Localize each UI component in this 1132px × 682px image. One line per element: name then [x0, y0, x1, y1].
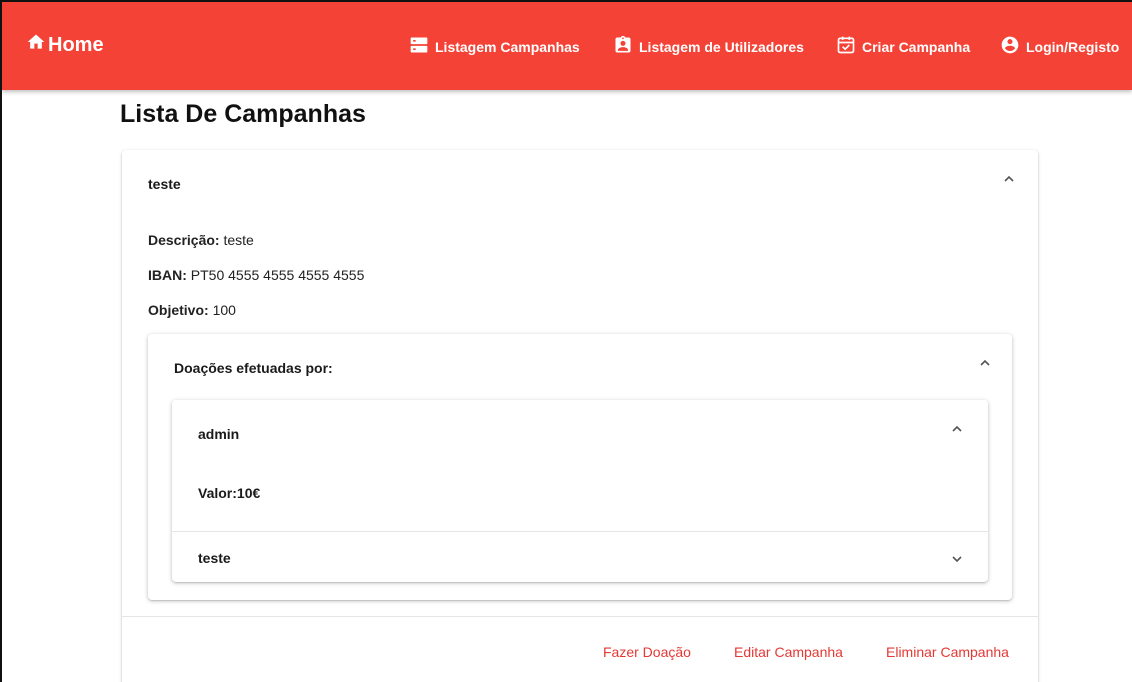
donations-title[interactable]: Doações efetuadas por: [174, 360, 333, 376]
list-icon [409, 35, 435, 58]
chevron-down-icon[interactable] [950, 552, 964, 566]
donor-name[interactable]: teste [198, 550, 231, 566]
campaign-card: teste Descrição: teste IBAN: PT50 4555 4… [122, 150, 1038, 682]
nav-listagem-utilizadores[interactable]: Listagem de Utilizadores [613, 35, 804, 58]
goal-value: 100 [212, 302, 236, 318]
top-navbar: Home Listagem Campanhas Listagem de Util… [2, 2, 1132, 90]
clipboard-user-icon [613, 35, 639, 58]
nav-label: Login/Registo [1026, 38, 1120, 55]
account-circle-icon [1000, 35, 1026, 58]
nav-label: Criar Campanha [862, 38, 971, 55]
donation-value: Valor:10€ [198, 485, 261, 501]
donor-name[interactable]: admin [198, 426, 239, 442]
campaign-iban: IBAN: PT50 4555 4555 4555 4555 [148, 267, 364, 283]
chevron-up-icon[interactable] [950, 422, 964, 436]
nav-listagem-campanhas[interactable]: Listagem Campanhas [409, 35, 580, 58]
campaign-goal: Objetivo: 100 [148, 302, 236, 318]
donations-panel: Doações efetuadas por: admin Valor:10€ t… [148, 334, 1012, 600]
iban-label: IBAN: [148, 267, 187, 283]
divider [122, 616, 1038, 617]
chevron-up-icon[interactable] [1002, 172, 1016, 186]
campaign-title[interactable]: teste [148, 176, 181, 192]
delete-campaign-button[interactable]: Eliminar Campanha [886, 644, 1009, 660]
page-title: Lista De Campanhas [120, 100, 366, 128]
calendar-check-icon [836, 35, 862, 58]
campaign-description: Descrição: teste [148, 232, 254, 248]
description-value: teste [223, 232, 254, 248]
chevron-up-icon[interactable] [978, 356, 992, 370]
nav-criar-campanha[interactable]: Criar Campanha [836, 35, 970, 58]
divider [172, 531, 988, 532]
home-link[interactable]: Home [26, 32, 104, 58]
donor-list: admin Valor:10€ teste [172, 400, 988, 582]
iban-value: PT50 4555 4555 4555 4555 [190, 267, 365, 283]
home-label: Home [48, 33, 104, 56]
nav-label: Listagem de Utilizadores [639, 38, 804, 55]
nav-login-registo[interactable]: Login/Registo [1000, 35, 1119, 58]
goal-label: Objetivo: [148, 302, 209, 318]
app-window: Home Listagem Campanhas Listagem de Util… [0, 0, 1132, 682]
description-label: Descrição: [148, 232, 220, 248]
donate-button[interactable]: Fazer Doação [603, 644, 691, 660]
edit-campaign-button[interactable]: Editar Campanha [734, 644, 843, 660]
home-icon [26, 32, 48, 58]
nav-label: Listagem Campanhas [435, 38, 580, 55]
